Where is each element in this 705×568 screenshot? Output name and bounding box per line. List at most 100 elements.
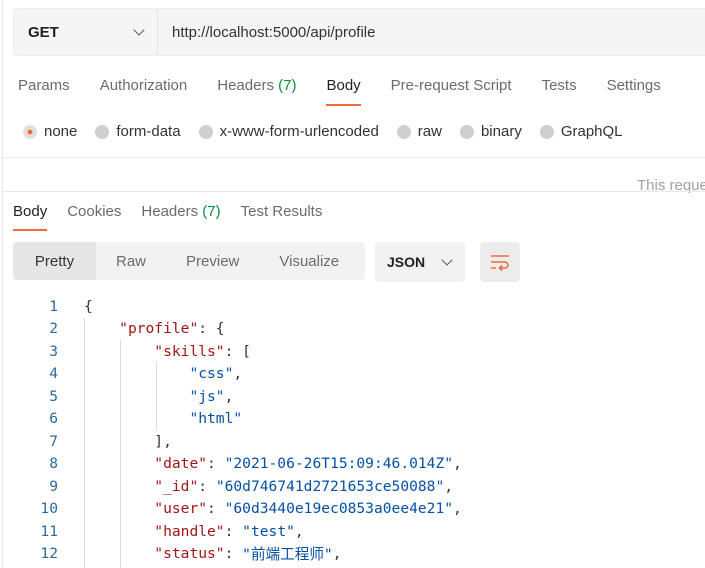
headers-count: (7) bbox=[278, 77, 297, 94]
json-punct: : bbox=[207, 500, 225, 518]
json-punct bbox=[84, 320, 119, 337]
json-key: "profile" bbox=[119, 320, 199, 338]
json-key: "handle" bbox=[154, 522, 225, 540]
json-punct: : bbox=[207, 455, 225, 473]
headers-count: (7) bbox=[202, 203, 221, 220]
json-punct: , bbox=[453, 500, 462, 518]
body-type-radios: none form-data x-www-form-urlencoded raw… bbox=[23, 123, 641, 140]
radio-icon bbox=[539, 124, 554, 139]
tab-tests[interactable]: Tests bbox=[542, 77, 577, 107]
tab-label: Headers bbox=[141, 203, 199, 220]
json-key: "status" bbox=[154, 545, 225, 563]
json-punct bbox=[84, 388, 189, 405]
divider bbox=[3, 191, 705, 192]
code-line: 5 "js", bbox=[0, 385, 462, 408]
json-punct: , bbox=[224, 387, 234, 405]
json-punct: : { bbox=[198, 320, 225, 338]
json-string: "2021-06-26T15:09:46.014Z" bbox=[224, 455, 454, 473]
line-number: 3 bbox=[49, 342, 58, 360]
tab-response-body[interactable]: Body bbox=[13, 203, 48, 231]
json-key: "skills" bbox=[154, 342, 225, 360]
json-punct: , bbox=[453, 455, 462, 473]
json-punct: : bbox=[198, 477, 216, 495]
format-label: JSON bbox=[387, 254, 426, 270]
json-key: "_id" bbox=[154, 477, 199, 495]
json-string: "前端工程师" bbox=[242, 546, 333, 564]
json-string: "60d3440e19ec0853a0ee4e21" bbox=[224, 500, 454, 518]
chevron-down-icon bbox=[133, 24, 145, 36]
tab-settings[interactable]: Settings bbox=[607, 77, 661, 107]
code-line: 7 ], bbox=[0, 430, 462, 453]
tab-body[interactable]: Body bbox=[326, 77, 361, 107]
radio-label: binary bbox=[480, 123, 522, 140]
json-key: "date" bbox=[154, 455, 208, 473]
json-string: "test" bbox=[242, 522, 295, 540]
view-pretty[interactable]: Pretty bbox=[13, 242, 96, 280]
wrap-icon bbox=[491, 255, 509, 271]
json-punct: : bbox=[224, 522, 243, 540]
json-punct bbox=[84, 523, 154, 540]
radio-selected-icon bbox=[23, 124, 37, 139]
wrap-lines-button[interactable] bbox=[480, 242, 520, 282]
radio-graphql[interactable]: GraphQL bbox=[539, 123, 623, 140]
view-preview[interactable]: Preview bbox=[166, 242, 259, 280]
json-punct: { bbox=[84, 297, 93, 315]
code-line: 1{ bbox=[0, 295, 462, 318]
chevron-down-icon bbox=[441, 254, 453, 266]
code-line: 11 "handle": "test", bbox=[0, 520, 462, 543]
view-raw[interactable]: Raw bbox=[96, 242, 166, 280]
method-select[interactable]: GET bbox=[14, 9, 158, 55]
line-number: 5 bbox=[49, 387, 58, 405]
line-number: 1 bbox=[49, 297, 58, 315]
json-punct bbox=[84, 410, 189, 427]
json-punct bbox=[84, 365, 189, 382]
code-line: 10 "user": "60d3440e19ec0853a0ee4e21", bbox=[0, 498, 462, 521]
radio-none[interactable]: none bbox=[23, 123, 77, 140]
radio-icon bbox=[95, 124, 110, 139]
code-line: 2 "profile": { bbox=[0, 318, 462, 341]
radio-form-data[interactable]: form-data bbox=[95, 123, 181, 140]
response-tabs: Body Cookies Headers (7) Test Results bbox=[13, 203, 342, 231]
radio-icon bbox=[396, 124, 411, 139]
line-number: 10 bbox=[40, 500, 58, 518]
tab-test-results[interactable]: Test Results bbox=[241, 203, 323, 220]
radio-label: raw bbox=[417, 123, 442, 140]
request-tabs: Params Authorization Headers (7) Body Pr… bbox=[18, 77, 691, 107]
url-bar: GET http://localhost:5000/api/profile bbox=[13, 8, 705, 56]
radio-binary[interactable]: binary bbox=[459, 123, 522, 140]
json-punct bbox=[84, 455, 154, 472]
radio-raw[interactable]: raw bbox=[396, 123, 442, 140]
line-number: 11 bbox=[40, 522, 58, 540]
json-string: "js" bbox=[189, 387, 225, 405]
method-label: GET bbox=[28, 23, 59, 41]
view-mode-selector: Pretty Raw Preview Visualize bbox=[13, 242, 365, 280]
radio-icon bbox=[459, 124, 474, 139]
response-code[interactable]: 1{2 "profile": {3 "skills": [4 "css", 5 "… bbox=[0, 295, 462, 565]
tab-authorization[interactable]: Authorization bbox=[100, 77, 188, 107]
json-punct: , bbox=[294, 522, 304, 540]
view-visualize[interactable]: Visualize bbox=[259, 242, 359, 280]
tab-headers[interactable]: Headers (7) bbox=[217, 77, 296, 107]
divider bbox=[3, 157, 705, 158]
line-number: 9 bbox=[49, 477, 58, 495]
json-key: "user" bbox=[154, 500, 208, 518]
tab-pre-request-script[interactable]: Pre-request Script bbox=[391, 77, 512, 107]
json-string: "html" bbox=[189, 410, 243, 428]
radio-x-www-form-urlencoded[interactable]: x-www-form-urlencoded bbox=[198, 123, 379, 140]
tab-cookies[interactable]: Cookies bbox=[67, 203, 121, 220]
url-input[interactable]: http://localhost:5000/api/profile bbox=[158, 24, 375, 41]
tab-response-headers[interactable]: Headers (7) bbox=[141, 203, 220, 220]
json-punct: ], bbox=[84, 432, 172, 450]
json-punct: : [ bbox=[224, 342, 251, 360]
radio-icon bbox=[198, 124, 213, 139]
radio-label: GraphQL bbox=[560, 123, 623, 140]
json-punct bbox=[84, 343, 154, 360]
line-number: 2 bbox=[49, 320, 58, 338]
json-punct bbox=[84, 545, 154, 562]
code-line: 9 "_id": "60d746741d2721653ce50088", bbox=[0, 475, 462, 498]
format-select[interactable]: JSON bbox=[375, 242, 465, 282]
tab-params[interactable]: Params bbox=[18, 77, 70, 107]
code-line: 6 "html" bbox=[0, 408, 462, 431]
line-number: 8 bbox=[49, 455, 58, 473]
json-punct bbox=[84, 500, 154, 517]
